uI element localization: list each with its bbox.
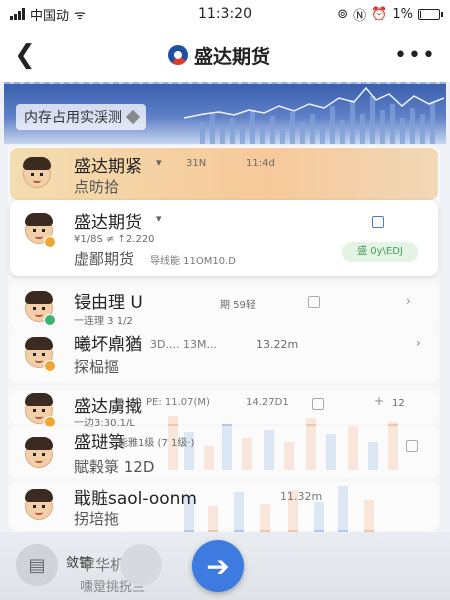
list-item[interactable]: 曦坏鼑猶 3D.... 13M... 13.22m 探榀摳 › (10, 328, 438, 382)
chevron-down-icon: ▾ (156, 212, 162, 225)
list-item[interactable]: 盛达期紧 ▾ 点昉拾 31N 11:4d (10, 148, 438, 200)
contact-name: 曦坏鼑猶 (74, 335, 142, 355)
avatar-hair (25, 437, 53, 450)
avatar-hair (25, 291, 53, 304)
secondary-action-icon[interactable] (120, 544, 162, 586)
shengda-logo-icon (168, 45, 189, 65)
contact-name: 锓由理 U (74, 293, 143, 313)
memory-usage-chip[interactable]: 内存占用实渓测 (16, 104, 146, 130)
diamond-icon (125, 109, 141, 125)
avatar (22, 486, 56, 524)
contact-subtitle: 探榀摳 (74, 358, 120, 376)
contact-subtitle: 点昉拾 (74, 178, 120, 196)
select-checkbox[interactable] (372, 216, 384, 228)
select-checkbox[interactable] (312, 398, 324, 410)
plus-icon[interactable]: + (374, 394, 384, 408)
avatar-eyes (33, 307, 45, 310)
status-right: ⊚ Ⓝ ⏰ 1% (337, 5, 443, 24)
memory-usage-label: 内存占用实渓测 (24, 110, 122, 126)
verified-badge-icon (44, 360, 56, 372)
avatar (20, 154, 54, 192)
online-badge-icon (44, 314, 56, 326)
avatar-eyes (33, 229, 45, 232)
grid-icon[interactable]: ▤ (16, 544, 58, 586)
verified-badge-icon (44, 236, 56, 248)
lock-rotation-icon: ⊚ (337, 6, 349, 22)
contact-stats: 导线能 11OM10.D (150, 256, 237, 267)
list-item[interactable]: 锓由理 U 一连理 3 1/2 期 59轻 › (10, 284, 438, 328)
avatar (22, 334, 56, 372)
contact-size: 14.27D1 (246, 397, 289, 408)
meta-b: 11:4d (246, 158, 275, 169)
count-badge: 12 (392, 398, 405, 409)
contact-size: 11.32m (280, 490, 323, 503)
avatar-eyes (33, 505, 45, 508)
contact-name: 盛达期紧 (74, 157, 142, 177)
avatar (22, 434, 56, 472)
carrier-label: 中国动 (30, 8, 70, 24)
status-bar: 中国动 ᯤ 11:3:20 ⊚ Ⓝ ⏰ 1% (0, 0, 450, 28)
contact-meta: 能雅1级 (7 1级·) (118, 438, 195, 449)
contact-stats: 3D.... 13M... (150, 338, 217, 351)
meta-a: 31N (186, 158, 207, 169)
memory-banner: 内存占用实渓测 (4, 82, 446, 144)
contact-meta: ¥1/8S ≠ ↑2.220 (74, 234, 155, 245)
chevron-right-icon: › (416, 336, 421, 350)
contact-meta: 一连理 3 1/2 (74, 316, 133, 327)
avatar-eyes (31, 173, 43, 176)
contact-size: 13.22m (256, 338, 299, 351)
contact-name: 戢賘saol-oonm (74, 489, 197, 509)
avatar-hair (25, 213, 53, 226)
list-item[interactable]: 盛达虜撠 PE: 11.07(M) 14.27D1 一边3:30.1/L + 1… (10, 390, 438, 429)
battery-fill (420, 10, 421, 18)
avatar (22, 390, 56, 428)
bottom-toolbar: ▤ 敛锖 䍐华机撅 嚑跫挑拀兰 ➔ (0, 532, 450, 600)
page-title: 盛达期货 (168, 42, 270, 69)
avatar (22, 210, 56, 248)
status-left: 中国动 ᯤ (10, 5, 86, 24)
contact-subtitle: 賦榖箓 12D (74, 458, 155, 476)
signal-icon (10, 8, 25, 20)
wifi-icon: ᯤ (74, 8, 86, 23)
avatar-hair (25, 337, 53, 350)
contact-subtitle: 拐培拖 (74, 510, 120, 528)
select-checkbox[interactable] (406, 440, 418, 452)
avatar-hair (25, 393, 53, 406)
select-checkbox[interactable] (308, 296, 320, 308)
contact-name: 盛达期货 (74, 213, 142, 233)
alarm-icon: ⏰ (371, 6, 388, 22)
contact-stats: 期 59轻 (220, 300, 256, 311)
chevron-right-icon: › (406, 294, 411, 308)
forward-button[interactable]: ➔ (192, 540, 244, 592)
avatar-eyes (33, 409, 45, 412)
avatar-eyes (33, 453, 45, 456)
avatar-hair (25, 489, 53, 502)
more-button[interactable]: ••• (394, 43, 436, 68)
chevron-down-icon: ▾ (156, 156, 162, 169)
list-item[interactable]: 盛琎箓 能雅1级 (7 1级·) 賦榖箓 12D (10, 426, 438, 478)
list-item-selected[interactable]: 盛达期货 ▾ ¥1/8S ≠ ↑2.220 虚鄙期货 导线能 11OM10.D (10, 200, 438, 276)
contact-stats: PE: 11.07(M) (146, 397, 210, 408)
nfc-icon: Ⓝ (353, 8, 367, 24)
avatar-hair (23, 157, 51, 170)
battery-percent: 1% (392, 6, 413, 22)
avatar (22, 288, 56, 326)
status-tag: 盛 0y\EDJ (342, 242, 418, 262)
back-button[interactable]: ❮ (14, 40, 44, 70)
contact-subtitle: 虚鄙期货 (74, 250, 135, 268)
list-item[interactable]: 戢賘saol-oonm 11.32m 拐培拖 (10, 482, 438, 530)
avatar-eyes (33, 353, 45, 356)
battery-icon (418, 8, 443, 20)
nav-bar: ❮ 盛达期货 ••• (0, 28, 450, 82)
page-title-text: 盛达期货 (194, 45, 271, 68)
